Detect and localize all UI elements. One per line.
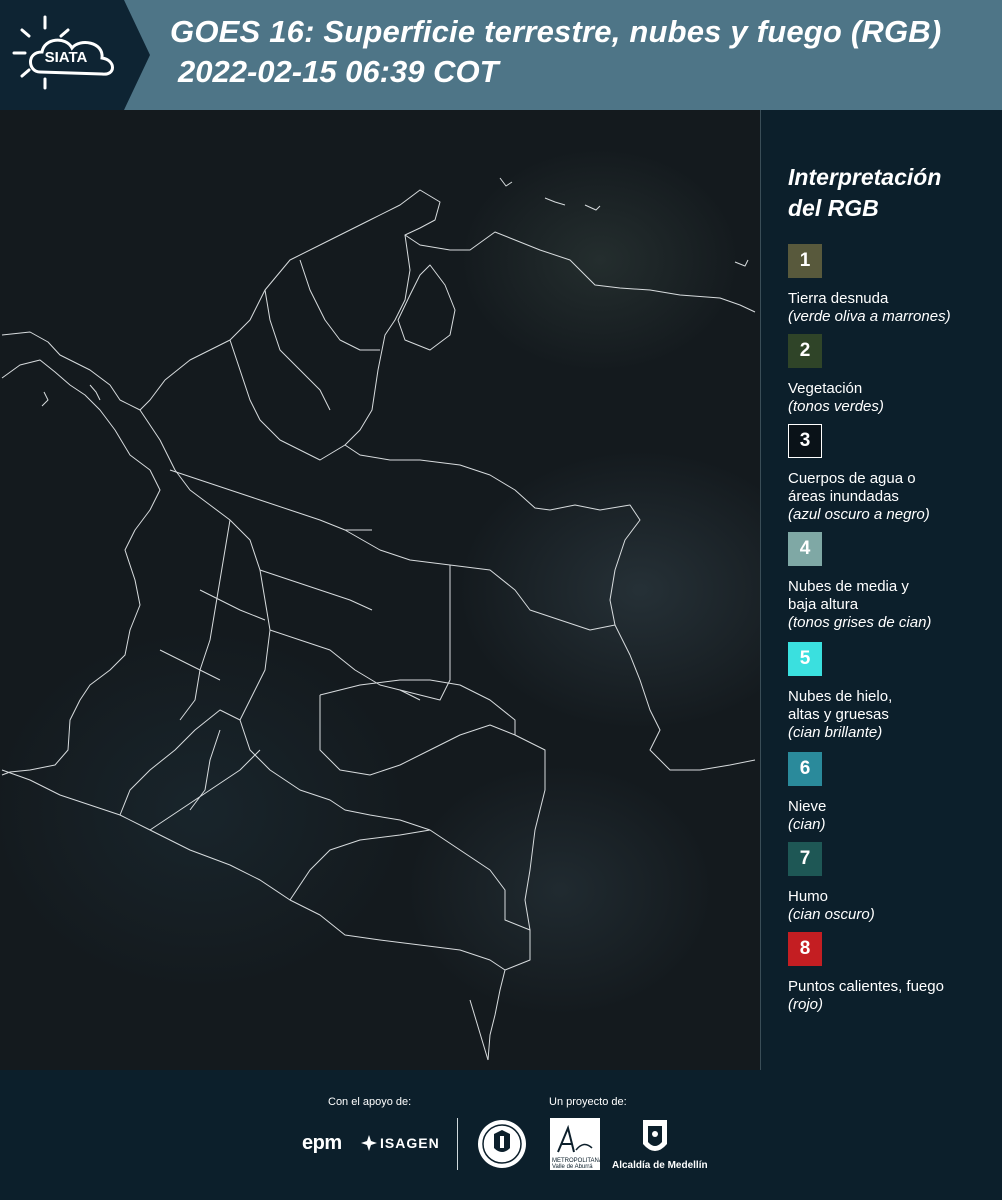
legend-desc: (tonos verdes) (788, 398, 884, 415)
legend-label: Vegetación (788, 380, 863, 397)
footer-divider (457, 1118, 458, 1170)
legend-swatch: 5 (788, 642, 822, 676)
epm-logo: epm (302, 1132, 342, 1154)
legend-swatch: 7 (788, 842, 822, 876)
legend-label: Tierra desnuda (788, 290, 889, 307)
legend-label: Nieve (788, 798, 827, 815)
legend-item-vegetation: 2 Vegetación (tonos verdes) (788, 334, 998, 416)
legend-desc: (cian) (788, 816, 826, 833)
legend-item-snow: 6 Nieve (cian) (788, 752, 998, 834)
header-bar: SIATA GOES 16: Superficie terrestre, nub… (0, 0, 1002, 110)
support-label: Con el apoyo de: (328, 1096, 412, 1108)
legend-swatch: 6 (788, 752, 822, 786)
legend-item-low-clouds: 4 Nubes de media y baja altura (tonos gr… (788, 532, 998, 632)
isagen-logo: ISAGEN (380, 1135, 440, 1151)
footer-sponsors: Con el apoyo de: Un proyecto de: epm ISA… (0, 1070, 1002, 1200)
logo-text: SIATA (45, 49, 88, 66)
legend-desc: (tonos grises de cian) (788, 614, 932, 631)
legend-label: Nubes de hielo, altas y gruesas (788, 688, 893, 723)
logo-panel: SIATA (0, 0, 150, 110)
legend-label: Puntos calientes, fuego (788, 978, 944, 995)
metro-label: METROPOLITANA Valle de Aburrá (552, 1158, 603, 1170)
medellin-coat-of-arms-icon (643, 1120, 667, 1151)
legend-desc: (azul oscuro a negro) (788, 506, 930, 523)
legend-title: Interpretación del RGB (788, 164, 942, 221)
legend-item-fire: 8 Puntos calientes, fuego (rojo) (788, 932, 998, 1014)
legend-swatch: 2 (788, 334, 822, 368)
legend-desc: (cian oscuro) (788, 906, 875, 923)
project-label: Un proyecto de: (549, 1096, 627, 1108)
legend-swatch: 1 (788, 244, 822, 278)
legend-label: Cuerpos de agua o áreas inundadas (788, 470, 916, 505)
legend-desc: (verde oliva a marrones) (788, 308, 951, 325)
legend-swatch: 8 (788, 932, 822, 966)
legend-swatch: 4 (788, 532, 822, 566)
siata-sun-cloud-icon: SIATA (12, 15, 114, 90)
satellite-map[interactable] (0, 110, 761, 1070)
legend-item-smoke: 7 Humo (cian oscuro) (788, 842, 998, 924)
legend-swatch: 3 (788, 424, 822, 458)
legend-item-bare-land: 1 Tierra desnuda (verde oliva a marrones… (788, 244, 998, 326)
legend-label: Nubes de media y baja altura (788, 578, 909, 613)
colombia-borders-icon (1, 177, 756, 1061)
legend-label: Humo (788, 888, 829, 905)
legend-desc: (cian brillante) (788, 724, 883, 741)
legend-item-ice-clouds: 5 Nubes de hielo, altas y gruesas (cian … (788, 642, 998, 742)
isagen-star-icon (361, 1135, 377, 1151)
page-timestamp: 2022-02-15 06:39 COT (178, 54, 499, 89)
university-seal-icon (478, 1120, 526, 1168)
alcaldia-logo-text: Alcaldía de Medellín (612, 1160, 708, 1171)
legend-item-water: 3 Cuerpos de agua o áreas inundadas (azu… (788, 424, 998, 524)
rgb-legend: Interpretación del RGB 1 Tierra desnuda … (762, 110, 1002, 1070)
page-title: GOES 16: Superficie terrestre, nubes y f… (170, 14, 942, 49)
legend-desc: (rojo) (788, 996, 824, 1013)
